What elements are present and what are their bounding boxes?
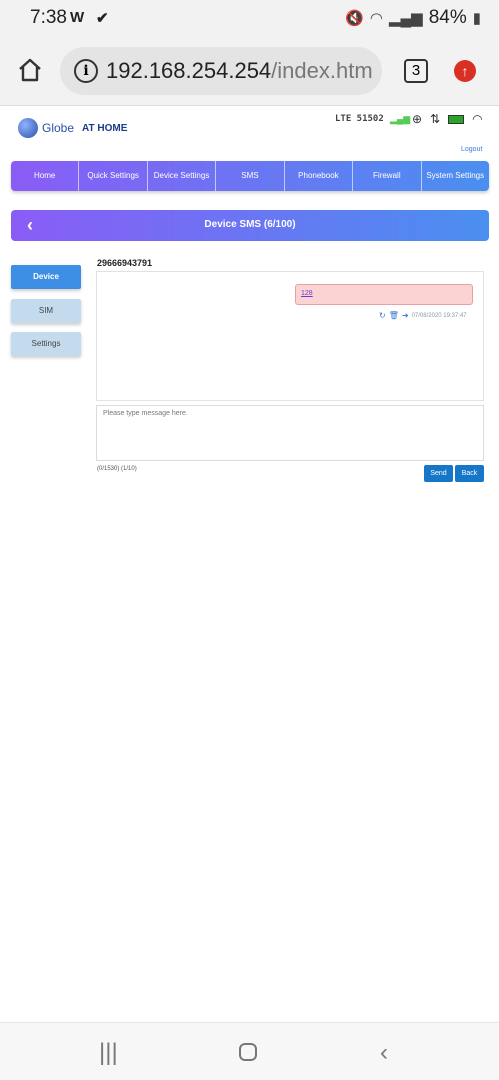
router-status-icons: ⊕ ⇅ ◠ — [412, 112, 483, 126]
android-navigation-bar: ||| ‹ — [0, 1022, 499, 1080]
notification-check-icon: ✔ — [96, 10, 109, 27]
nav-home[interactable]: Home — [11, 161, 80, 191]
status-icons: 🔇 ◠ ▂▄▆ 84% ▮ — [345, 7, 481, 29]
message-bubble[interactable]: 128 — [295, 284, 473, 305]
conversation-phone-number: 29666943791 — [97, 258, 153, 268]
mute-icon: 🔇 — [345, 10, 364, 27]
message-text[interactable]: 128 — [301, 290, 313, 297]
network-operator: LTE 51502 — [335, 114, 384, 124]
side-tab-sim[interactable]: SIM — [11, 299, 81, 323]
main-nav: Home Quick Settings Device Settings SMS … — [11, 161, 489, 191]
message-input[interactable]: Please type message here. — [96, 405, 484, 461]
address-bar[interactable]: i 192.168.254.254/index.html — [60, 47, 382, 95]
nav-device-settings[interactable]: Device Settings — [148, 161, 217, 191]
page-title-bar: ‹ Device SMS (6/100) — [11, 210, 489, 241]
conversation-thread[interactable]: 128 ↻ 🗑 ➜ 07/08/2020 19:37:47 — [96, 271, 484, 401]
lte-signal-icon: ▂▄▆ — [390, 114, 411, 124]
home-button-icon[interactable] — [238, 1042, 258, 1062]
brand-name: Globe — [42, 121, 75, 135]
character-counter: (0/1530) (1/10) — [97, 466, 137, 472]
nav-sms[interactable]: SMS — [216, 161, 285, 191]
delete-icon[interactable]: 🗑 — [389, 311, 399, 320]
nav-quick-settings[interactable]: Quick Settings — [79, 161, 148, 191]
message-timestamp: 07/08/2020 19:37:47 — [411, 312, 467, 319]
side-tab-device[interactable]: Device — [11, 265, 81, 289]
brand-tag: AT HOME — [82, 122, 128, 134]
message-meta: ↻ 🗑 ➜ 07/08/2020 19:37:47 — [379, 311, 467, 320]
url-path: /index.html — [271, 58, 374, 83]
forward-icon[interactable]: ➜ — [402, 311, 409, 320]
browser-toolbar: i 192.168.254.254/index.html 3 ↑ — [0, 36, 499, 106]
tab-switcher-button[interactable]: 3 — [404, 59, 428, 83]
globe-logo: Globe AT HOME — [18, 118, 127, 138]
nav-firewall[interactable]: Firewall — [353, 161, 422, 191]
info-icon[interactable]: i — [74, 59, 98, 83]
data-transfer-icon: ⇅ — [430, 112, 441, 126]
router-wifi-icon: ◠ — [472, 112, 483, 126]
clock: 7:38 — [30, 7, 67, 28]
nav-system-settings[interactable]: System Settings — [422, 161, 489, 191]
internet-globe-icon: ⊕ — [412, 112, 423, 126]
nav-phonebook[interactable]: Phonebook — [285, 161, 354, 191]
signal-icon: ▂▄▆ — [389, 10, 423, 27]
recent-apps-icon[interactable]: ||| — [99, 1039, 118, 1067]
battery-icon: ▮ — [472, 10, 481, 27]
upload-icon[interactable]: ↑ — [454, 60, 476, 82]
battery-percent: 84% — [428, 7, 467, 28]
back-nav-icon[interactable]: ‹ — [380, 1039, 388, 1067]
globe-logo-icon — [18, 118, 38, 138]
send-button[interactable]: Send — [424, 465, 453, 482]
home-icon[interactable] — [16, 56, 44, 84]
notification-w-icon: W — [70, 9, 85, 26]
resend-icon[interactable]: ↻ — [379, 311, 386, 320]
android-status-bar: 7:38 W ✔ 🔇 ◠ ▂▄▆ 84% ▮ — [0, 0, 499, 36]
side-tab-settings[interactable]: Settings — [11, 332, 81, 356]
wifi-icon: ◠ — [369, 10, 383, 27]
router-battery-icon — [448, 115, 465, 124]
message-input-placeholder: Please type message here. — [103, 410, 188, 417]
url-host: 192.168.254.254 — [106, 58, 272, 83]
page-title: Device SMS (6/100) — [204, 219, 296, 230]
url-text[interactable]: 192.168.254.254/index.html — [106, 58, 374, 84]
back-button[interactable]: Back — [455, 465, 484, 482]
logout-link[interactable]: Logout — [461, 146, 482, 153]
